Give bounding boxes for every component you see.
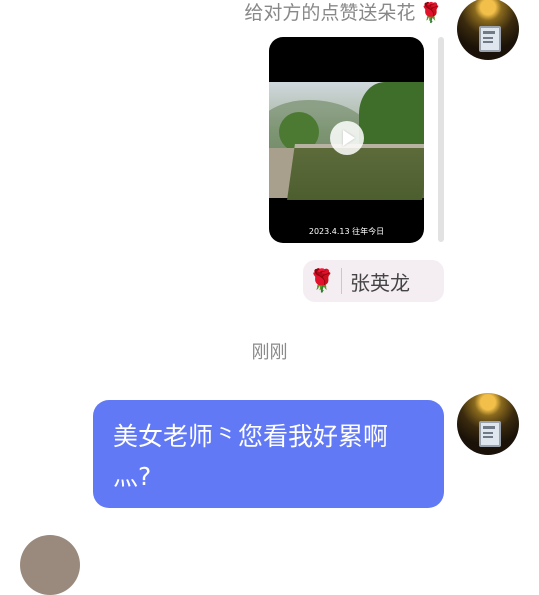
scrollbar[interactable] [438,37,444,242]
message-bubble[interactable]: 美女老师⺀您看我好累啊灬? [93,400,444,508]
play-icon[interactable] [330,121,364,155]
avatar[interactable] [457,0,519,60]
avatar-screen-graphic [479,421,501,447]
tag-name: 张英龙 [350,270,410,295]
gift-flower-caption-text: 给对方的点赞送朵花 [244,2,416,24]
video-timestamp: 2023.4.13 往年今日 [308,227,385,236]
message-text: 美女老师⺀您看我好累啊灬? [113,422,389,491]
time-divider: 刚刚 [251,342,288,363]
rose-icon: 🌹 [419,2,443,24]
avatar[interactable] [20,535,80,595]
divider [341,268,342,294]
video-message[interactable]: 2023.4.13 往年今日 [269,37,424,243]
avatar[interactable] [457,393,519,455]
avatar-screen-graphic [479,26,501,52]
flower-name-tag[interactable]: 🌹 张英龙 [303,260,444,302]
rose-icon: 🌹 [308,268,336,294]
gift-flower-caption: 给对方的点赞送朵花 🌹 [244,0,443,25]
